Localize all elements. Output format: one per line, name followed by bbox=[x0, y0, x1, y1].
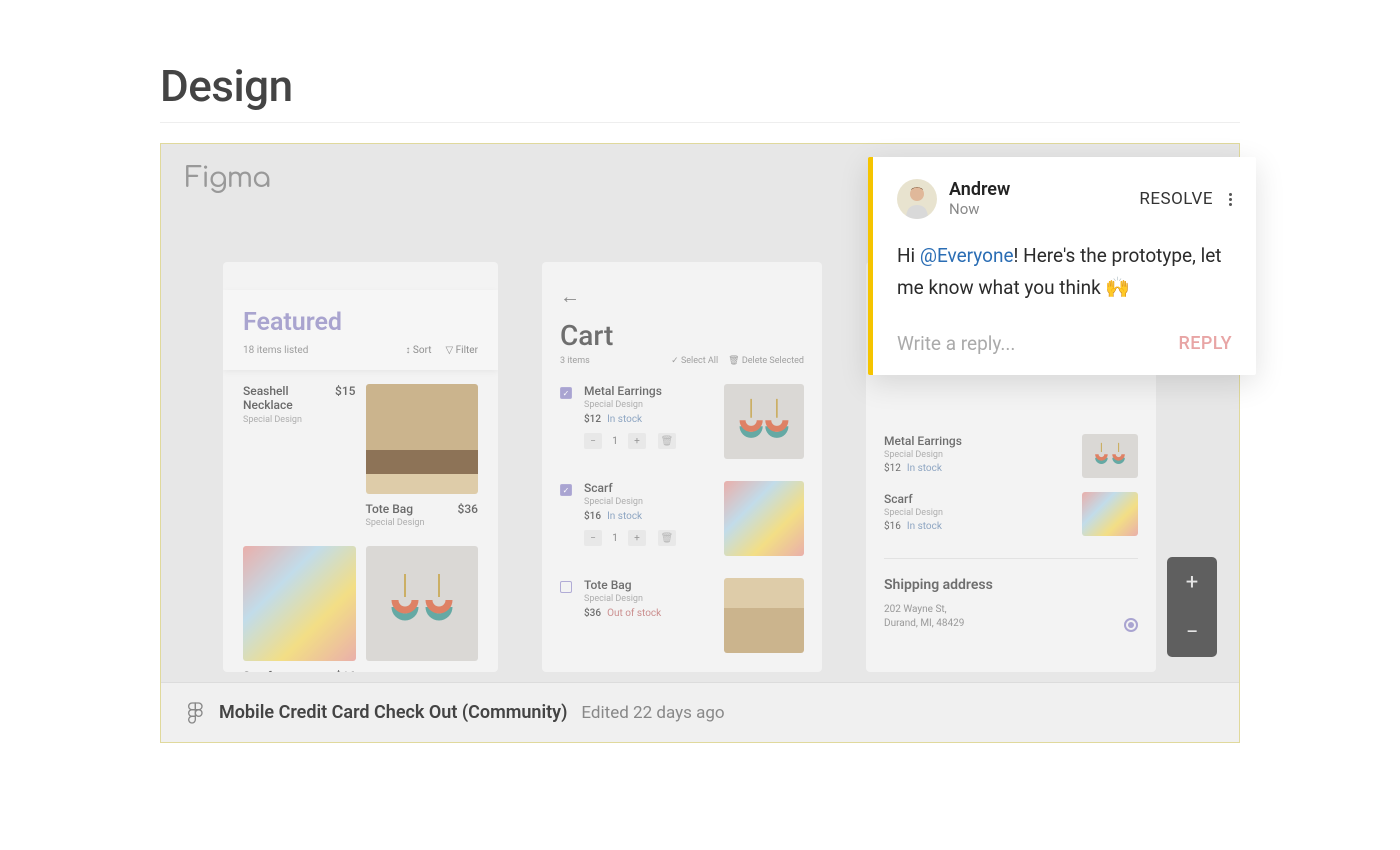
trash-icon[interactable]: 🗑 bbox=[658, 530, 676, 546]
page-title: Design bbox=[160, 60, 1240, 123]
cart-item-name: Scarf bbox=[584, 481, 712, 495]
file-edited-label: Edited 22 days ago bbox=[581, 703, 724, 723]
select-all-button[interactable]: ✓ Select All bbox=[671, 356, 718, 366]
product-thumb-tote bbox=[366, 384, 479, 494]
screen-cart: ← Cart 3 items ✓ Select All 🗑 Delete Sel… bbox=[542, 262, 822, 672]
summary-item-name: Scarf bbox=[884, 492, 943, 506]
reply-button[interactable]: REPLY bbox=[1179, 333, 1232, 354]
zoom-out-button[interactable]: − bbox=[1167, 607, 1217, 657]
comment-time: Now bbox=[949, 200, 1010, 218]
checkbox[interactable] bbox=[560, 581, 572, 593]
summary-thumb-scarf bbox=[1082, 492, 1138, 536]
resolve-button[interactable]: RESOLVE bbox=[1139, 189, 1213, 209]
zoom-in-button[interactable]: + bbox=[1167, 557, 1217, 607]
summary-item: Scarf Special Design $16In stock bbox=[884, 492, 1138, 536]
cart-title: Cart bbox=[560, 319, 804, 352]
qty-value: 1 bbox=[608, 436, 622, 447]
product-card[interactable]: Seashell Necklace $15 Special Design bbox=[243, 384, 356, 528]
qty-value: 1 bbox=[608, 533, 622, 544]
file-name[interactable]: Mobile Credit Card Check Out (Community) bbox=[219, 702, 567, 723]
summary-item: Metal Earrings Special Design $12In stoc… bbox=[884, 434, 1138, 478]
cart-item-sub: Special Design bbox=[584, 400, 712, 410]
screen-featured: Featured 18 items listed ↕ Sort ▽ Filter… bbox=[223, 262, 498, 672]
canvas-footer: Mobile Credit Card Check Out (Community)… bbox=[161, 682, 1239, 742]
product-sub: Special Design bbox=[366, 518, 479, 528]
filter-button[interactable]: ▽ Filter bbox=[445, 345, 478, 356]
product-name: Seashell Necklace bbox=[243, 384, 335, 413]
app-label: Figma bbox=[185, 162, 270, 194]
qty-plus-button[interactable]: + bbox=[628, 530, 646, 546]
zoom-control: + − bbox=[1167, 557, 1217, 657]
summary-item-name: Metal Earrings bbox=[884, 434, 962, 448]
product-name: Scarf bbox=[243, 669, 272, 672]
featured-title: Featured bbox=[243, 308, 478, 337]
cart-count: 3 items bbox=[560, 356, 590, 366]
cart-thumb-tote bbox=[724, 578, 804, 653]
cart-item-name: Tote Bag bbox=[584, 578, 712, 592]
shipping-address: 202 Wayne St, Durand, MI, 48429 bbox=[884, 603, 1138, 631]
qty-plus-button[interactable]: + bbox=[628, 433, 646, 449]
summary-item-sub: Special Design bbox=[884, 508, 943, 518]
more-menu-icon[interactable] bbox=[1229, 193, 1232, 206]
checkbox[interactable]: ✓ bbox=[560, 387, 572, 399]
summary-thumb-earrings bbox=[1082, 434, 1138, 478]
address-radio[interactable] bbox=[1124, 618, 1138, 632]
product-card[interactable] bbox=[366, 546, 479, 672]
checkbox[interactable]: ✓ bbox=[560, 484, 572, 496]
product-sub: Special Design bbox=[243, 415, 356, 425]
comment-card: Andrew Now RESOLVE Hi @Everyone! Here's … bbox=[868, 157, 1256, 375]
product-card[interactable]: Scarf $16 Special Design bbox=[243, 546, 356, 672]
cart-item-name: Metal Earrings bbox=[584, 384, 712, 398]
qty-minus-button[interactable]: − bbox=[584, 433, 602, 449]
trash-icon[interactable]: 🗑 bbox=[658, 433, 676, 449]
summary-item-sub: Special Design bbox=[884, 450, 962, 460]
avatar bbox=[897, 179, 937, 219]
back-arrow-icon[interactable]: ← bbox=[560, 284, 804, 309]
product-thumb-scarf bbox=[243, 546, 356, 661]
product-price: $36 bbox=[458, 502, 478, 516]
reply-input[interactable]: Write a reply... bbox=[897, 332, 1015, 355]
featured-items-listed: 18 items listed bbox=[243, 345, 308, 356]
comment-body: Hi @Everyone! Here's the prototype, let … bbox=[897, 241, 1232, 304]
cart-item: ✓ Scarf Special Design $16In stock − 1 +… bbox=[560, 481, 804, 556]
comment-author: Andrew bbox=[949, 180, 1010, 200]
mention[interactable]: @Everyone bbox=[920, 244, 1014, 267]
product-price: $16 bbox=[335, 669, 355, 672]
delete-selected-button[interactable]: 🗑 Delete Selected bbox=[728, 356, 804, 366]
qty-minus-button[interactable]: − bbox=[584, 530, 602, 546]
hands-emoji-icon: 🙌 bbox=[1105, 275, 1130, 299]
product-card[interactable]: Tote Bag $36 Special Design bbox=[366, 384, 479, 528]
cart-item: ✓ Metal Earrings Special Design $12In st… bbox=[560, 384, 804, 459]
figma-logo-icon bbox=[187, 701, 205, 725]
product-thumb-earrings bbox=[366, 546, 479, 661]
cart-item-sub: Special Design bbox=[584, 594, 712, 604]
sort-button[interactable]: ↕ Sort bbox=[405, 345, 431, 356]
product-price: $15 bbox=[335, 384, 355, 413]
cart-item: Tote Bag Special Design $36Out of stock bbox=[560, 578, 804, 653]
cart-thumb-scarf bbox=[724, 481, 804, 556]
cart-thumb-earrings bbox=[724, 384, 804, 459]
shipping-title: Shipping address bbox=[884, 577, 1138, 593]
product-name: Tote Bag bbox=[366, 502, 414, 516]
cart-item-sub: Special Design bbox=[584, 497, 712, 507]
